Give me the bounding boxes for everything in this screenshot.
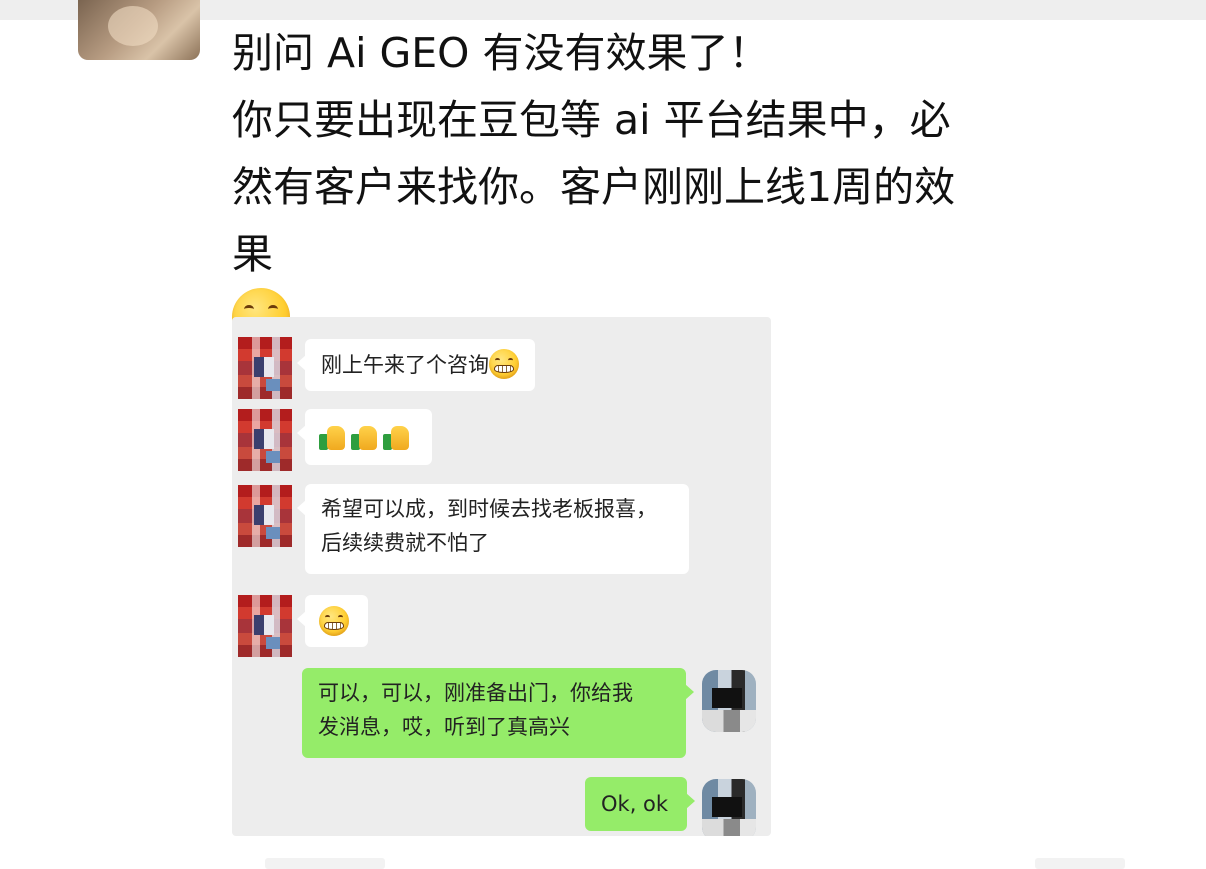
grinning-face-icon bbox=[489, 349, 519, 379]
message-line: 可以，可以，刚准备出门，你给我 bbox=[318, 681, 633, 705]
message-line: 后续续费就不怕了 bbox=[321, 531, 489, 555]
message-text: Ok, ok bbox=[601, 792, 669, 816]
post-line-3: 然有客户来找你。客户刚刚上线1周的效 bbox=[232, 163, 956, 211]
chat-bubble-2 bbox=[297, 409, 432, 465]
contact-avatar bbox=[238, 409, 292, 471]
thumbs-up-icon bbox=[351, 424, 377, 452]
chat-bubble-3: 希望可以成，到时候去找老板报喜， 后续续费就不怕了 bbox=[297, 484, 689, 574]
message-text: 刚上午来了个咨询 bbox=[321, 353, 489, 377]
poster-avatar[interactable] bbox=[78, 0, 200, 60]
post-line-2: 你只要出现在豆包等 ai 平台结果中，必 bbox=[232, 96, 951, 144]
contact-avatar bbox=[238, 595, 292, 657]
post-text: 别问 Ai GEO 有没有效果了！ 你只要出现在豆包等 ai 平台结果中，必 然… bbox=[232, 20, 1132, 346]
next-post-preview bbox=[1035, 858, 1125, 869]
thumbs-up-icon bbox=[383, 424, 409, 452]
user-avatar bbox=[702, 779, 756, 836]
grinning-face-icon bbox=[319, 606, 349, 636]
message-line: 希望可以成，到时候去找老板报喜， bbox=[321, 497, 657, 521]
next-post-preview bbox=[265, 858, 385, 869]
chat-bubble-5: 可以，可以，刚准备出门，你给我 发消息，哎，听到了真高兴 bbox=[302, 668, 694, 758]
chat-bubble-6: Ok, ok bbox=[585, 777, 695, 831]
contact-avatar bbox=[238, 337, 292, 399]
chat-bubble-4 bbox=[297, 595, 368, 647]
chat-screenshot[interactable]: 刚上午来了个咨询 希望可以成，到时候去找老板报喜， 后续续费就不怕了 可以，可以… bbox=[232, 317, 771, 836]
post-line-4-text: 果 bbox=[232, 230, 273, 278]
post-line-1: 别问 Ai GEO 有没有效果了！ bbox=[232, 29, 770, 77]
thumbs-up-icon bbox=[319, 424, 345, 452]
chat-bubble-1: 刚上午来了个咨询 bbox=[297, 339, 535, 391]
message-line: 发消息，哎，听到了真高兴 bbox=[318, 715, 570, 739]
user-avatar bbox=[702, 670, 756, 732]
contact-avatar bbox=[238, 485, 292, 547]
